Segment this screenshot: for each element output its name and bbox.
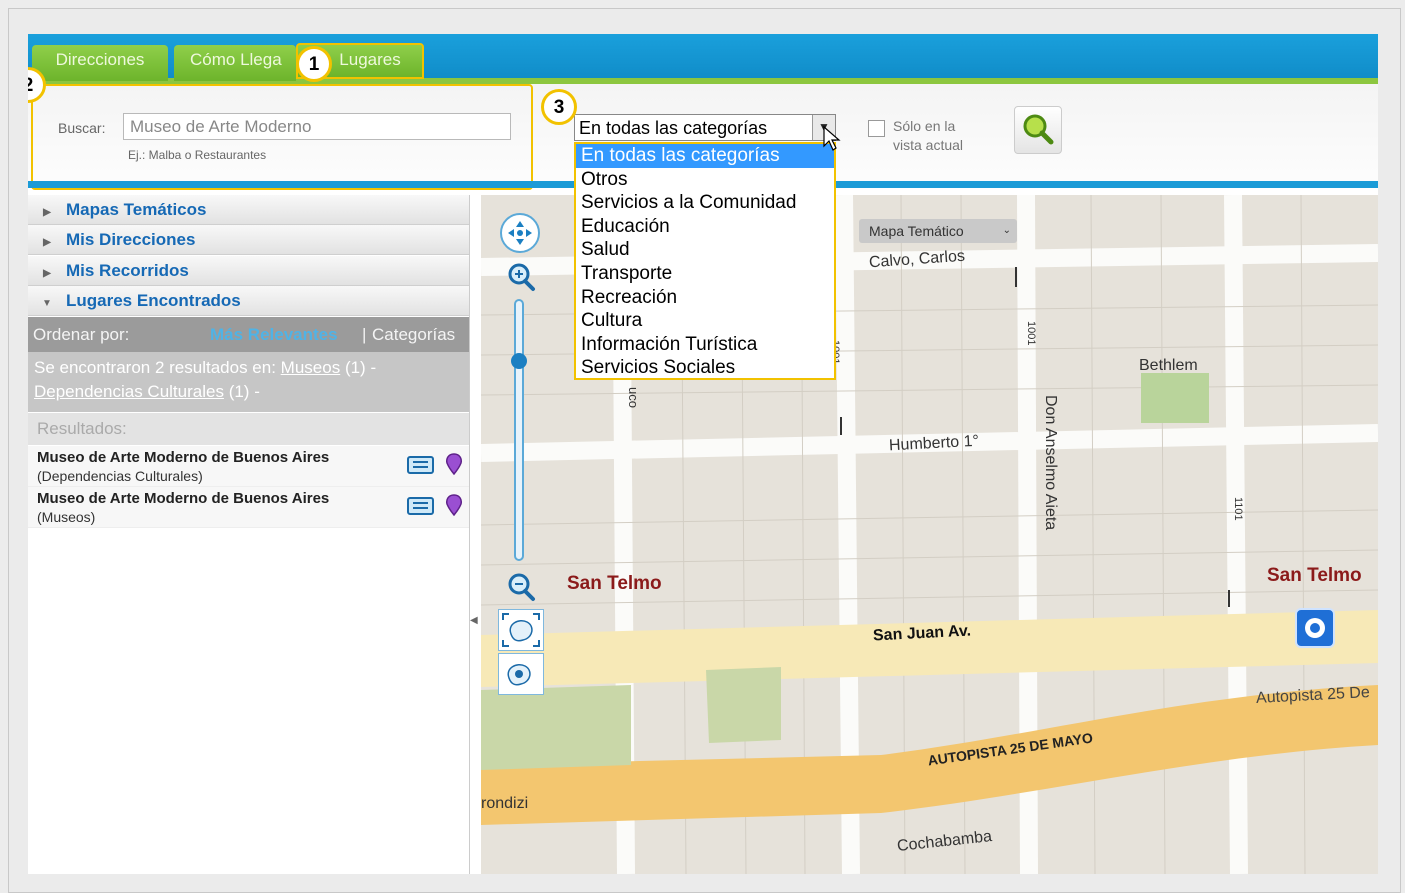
result-category: (Dependencias Culturales): [37, 468, 203, 484]
found-count-2: (1) -: [228, 382, 260, 401]
street-number-label: 1001: [1025, 321, 1037, 346]
shield-icon: [1305, 618, 1325, 638]
place-label-bethlem: Bethlem: [1139, 357, 1198, 374]
result-name[interactable]: Museo de Arte Moderno de Buenos Aires: [37, 449, 329, 466]
order-separator: |: [362, 325, 367, 344]
accordion-label: Mapas Temáticos: [66, 200, 207, 219]
category-select[interactable]: En todas las categorías ▼: [574, 114, 836, 141]
tab-bar: Direcciones Cómo Llega Lugares: [28, 34, 1378, 84]
zoom-slider-track[interactable]: [514, 299, 524, 561]
result-category: (Museos): [37, 509, 96, 525]
only-view-checkbox[interactable]: [868, 120, 885, 137]
results-label: Resultados:: [37, 419, 127, 438]
locate-button[interactable]: [498, 653, 544, 695]
category-option[interactable]: Salud: [576, 238, 834, 262]
zoom-out-icon[interactable]: [505, 571, 537, 603]
search-input[interactable]: [123, 113, 511, 140]
found-count-1: (1) -: [344, 358, 377, 377]
poi-marker-icon[interactable]: [1295, 608, 1335, 648]
accordion-mapas-tematicos[interactable]: ▶ Mapas Temáticos: [28, 195, 469, 225]
thematic-map-select[interactable]: Mapa Temático ⌄: [859, 219, 1017, 243]
category-dropdown-list: En todas las categorías Otros Servicios …: [574, 142, 836, 380]
only-view-label-line2: vista actual: [893, 137, 964, 153]
result-name[interactable]: Museo de Arte Moderno de Buenos Aires: [37, 490, 329, 507]
category-option[interactable]: Transporte: [576, 262, 834, 286]
category-option[interactable]: Educación: [576, 215, 834, 239]
only-view-label-line1: Sólo en la: [893, 118, 956, 134]
neighborhood-label: San Telmo: [1267, 565, 1362, 586]
chevron-down-icon: ⌄: [1002, 225, 1011, 236]
zoom-in-icon[interactable]: [505, 261, 537, 293]
accordion-label: Mis Direcciones: [66, 230, 196, 249]
order-label: Ordenar por:: [33, 325, 130, 344]
category-option[interactable]: Servicios Sociales: [576, 356, 834, 380]
accordion-mis-direcciones[interactable]: ▶ Mis Direcciones: [28, 225, 469, 255]
pan-control[interactable]: [500, 213, 540, 253]
street-label-don-anselmo: Don Anselmo Aieta: [1042, 395, 1059, 531]
category-option[interactable]: En todas las categorías: [576, 144, 834, 168]
tab-como-llegar[interactable]: Cómo Llega: [174, 45, 296, 81]
panel-collapse-handle[interactable]: ◀: [470, 604, 480, 638]
category-option[interactable]: Otros: [576, 168, 834, 192]
triangle-right-icon: ▶: [43, 268, 51, 279]
results-header: Resultados:: [28, 413, 469, 445]
order-bar: Ordenar por: Más Relevantes | Categorías: [28, 317, 469, 352]
street-label-rondizi: rondizi: [481, 795, 529, 812]
search-button[interactable]: [1014, 106, 1062, 154]
result-item[interactable]: Museo de Arte Moderno de Buenos Aires (M…: [28, 487, 469, 528]
order-categories-link[interactable]: Categorías: [372, 317, 455, 352]
search-hint: Ej.: Malba o Restaurantes: [128, 148, 267, 162]
accordion-mis-recorridos[interactable]: ▶ Mis Recorridos: [28, 256, 469, 286]
callout-badge-1: 1: [296, 46, 332, 82]
category-option[interactable]: Información Turística: [576, 333, 834, 357]
accordion-label: Mis Recorridos: [66, 261, 189, 280]
tab-direcciones[interactable]: Direcciones: [32, 45, 168, 81]
triangle-down-icon: ▼: [42, 298, 52, 309]
map-pin-icon[interactable]: [444, 452, 464, 478]
callout-badge-3: 3: [541, 89, 577, 125]
details-icon[interactable]: [406, 454, 436, 476]
zoom-slider-handle[interactable]: [511, 353, 527, 369]
neighborhood-label: San Telmo: [567, 573, 662, 594]
order-relevant-link[interactable]: Más Relevantes: [210, 317, 338, 352]
category-option[interactable]: Recreación: [576, 286, 834, 310]
result-item[interactable]: Museo de Arte Moderno de Buenos Aires (D…: [28, 446, 469, 487]
search-label: Buscar:: [58, 120, 106, 136]
accordion-label: Lugares Encontrados: [66, 291, 241, 310]
found-prefix: Se encontraron 2 resultados en:: [34, 358, 276, 377]
details-icon[interactable]: [406, 495, 436, 517]
street-label-partial: uco: [626, 387, 641, 408]
accordion-lugares-encontrados[interactable]: ▼ Lugares Encontrados: [28, 286, 469, 316]
thematic-map-label: Mapa Temático: [869, 223, 964, 239]
expand-map-icon: [502, 613, 540, 647]
found-link-dependencias[interactable]: Dependencias Culturales: [34, 382, 224, 401]
triangle-right-icon: ▶: [43, 237, 51, 248]
mouse-cursor-icon: [823, 126, 841, 151]
category-option[interactable]: Cultura: [576, 309, 834, 333]
triangle-right-icon: ▶: [43, 207, 51, 218]
pan-arrows-icon: [508, 221, 532, 245]
street-number-label: 1101: [1232, 497, 1244, 521]
map-pin-icon[interactable]: [444, 493, 464, 519]
fullscreen-button[interactable]: [498, 609, 544, 651]
location-map-icon: [507, 664, 531, 686]
found-summary: Se encontraron 2 resultados en: Museos (…: [28, 352, 469, 412]
search-icon: [1023, 114, 1054, 145]
category-selected-value: En todas las categorías: [579, 118, 768, 138]
map-application: Direcciones Cómo Llega Lugares Buscar: E…: [28, 34, 1378, 874]
left-panel: ▶ Mapas Temáticos ▶ Mis Direcciones ▶ Mis R…: [28, 195, 470, 874]
only-view-label: Sólo en la vista actual: [893, 117, 983, 155]
category-option[interactable]: Servicios a la Comunidad: [576, 191, 834, 215]
found-link-museos[interactable]: Museos: [281, 358, 341, 377]
